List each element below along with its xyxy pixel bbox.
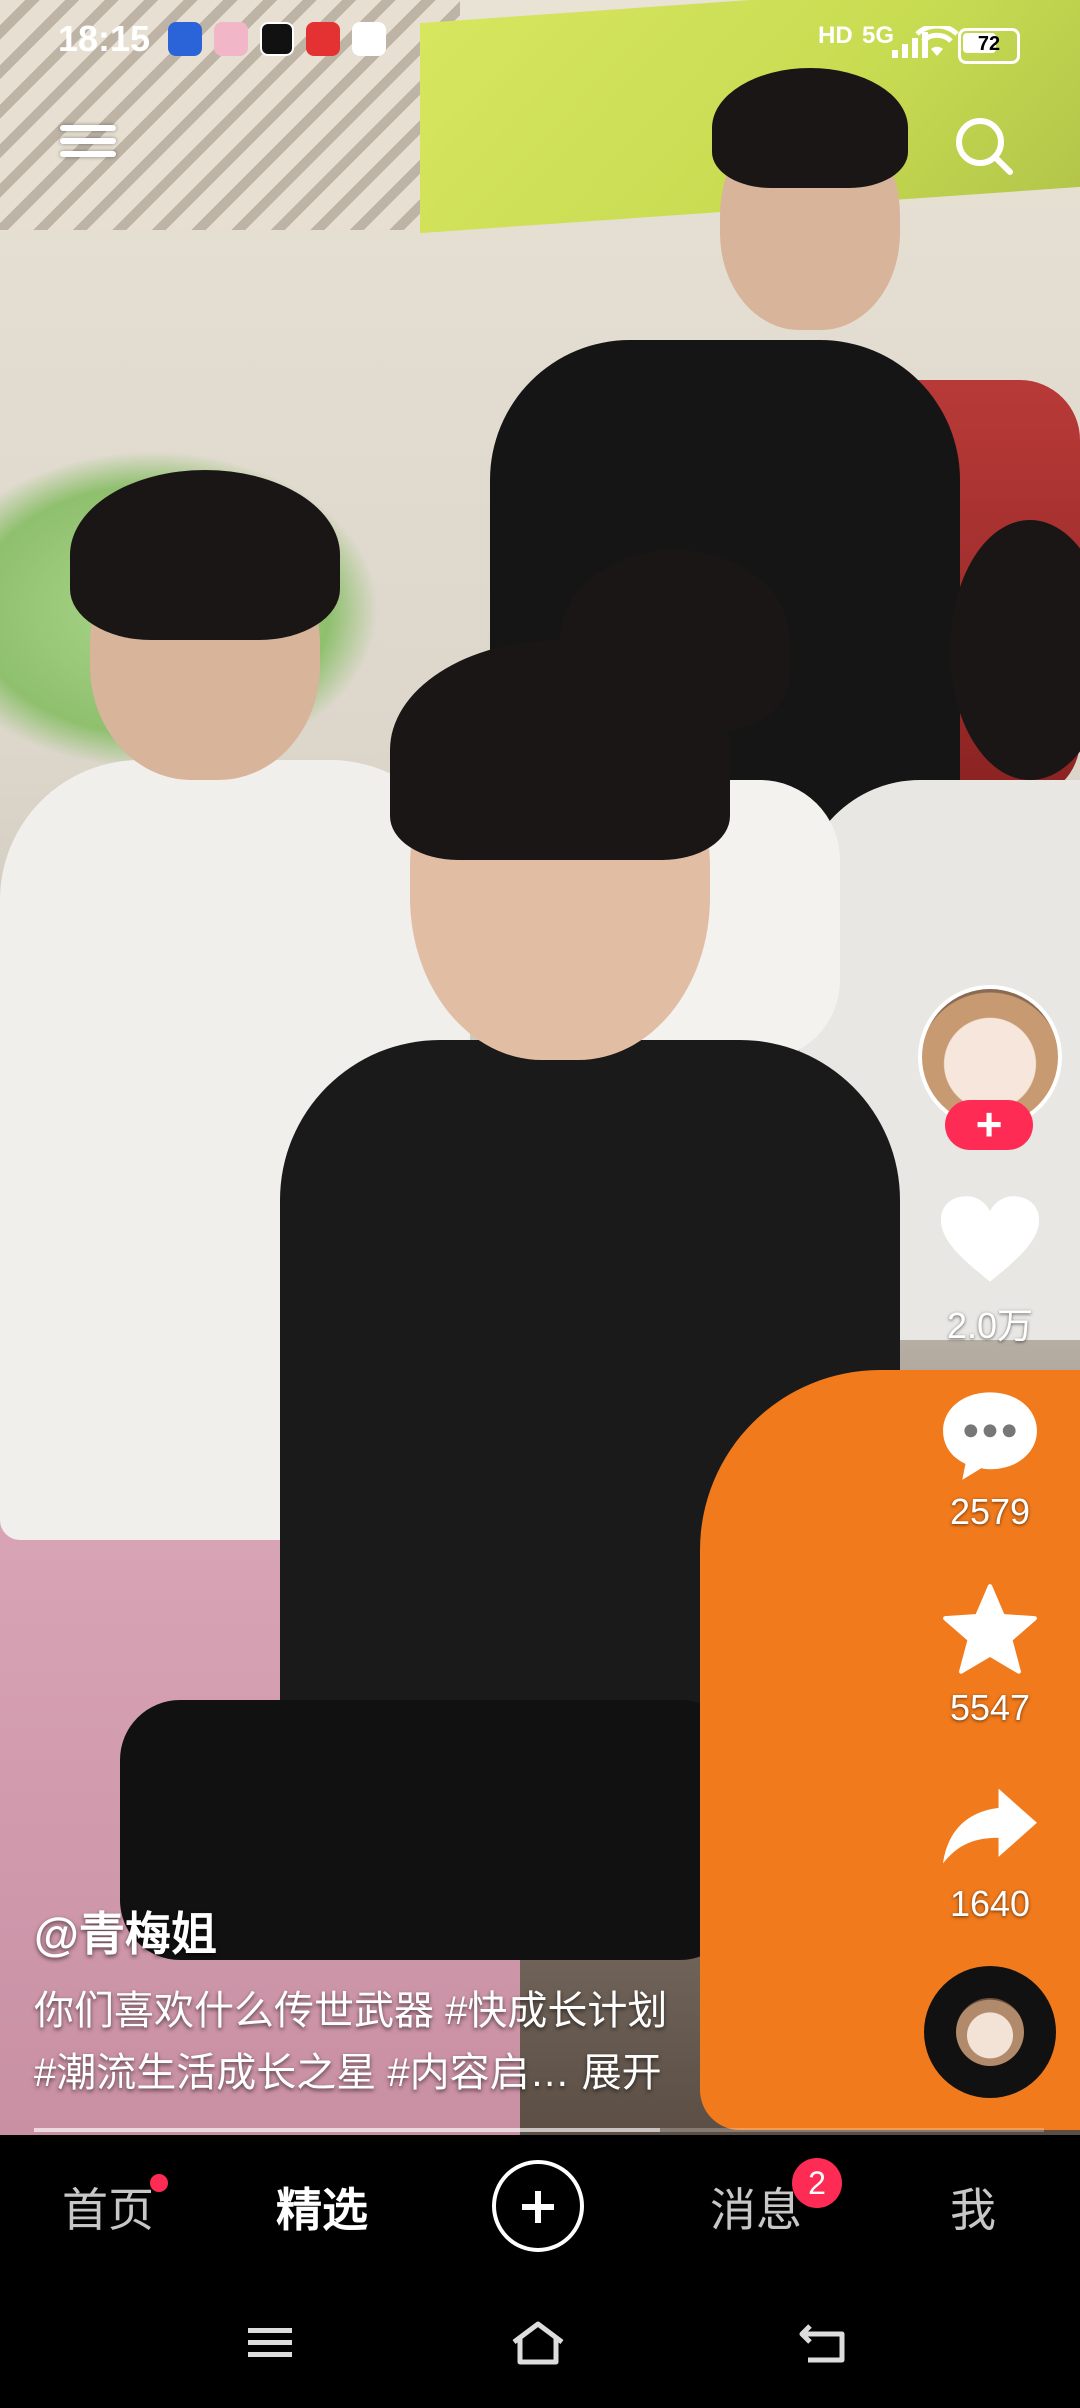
hd-icon: HD xyxy=(818,22,853,49)
comment-button[interactable]: 2579 xyxy=(930,1386,1050,1533)
hamburger-menu-icon[interactable] xyxy=(60,118,116,174)
favorite-count: 5547 xyxy=(949,1687,1031,1728)
comment-count: 2579 xyxy=(949,1491,1031,1532)
menu-line xyxy=(60,125,116,131)
description-line-2-text: #潮流生活成长之星 #内容启… xyxy=(34,2051,570,2095)
wifi-icon xyxy=(915,26,959,56)
app-notification-icon xyxy=(306,22,340,56)
video-description: 你们喜欢什么传世武器 #快成长计划 #潮流生活成长之星 #内容启… 展开 xyxy=(34,1980,754,2104)
share-count: 1640 xyxy=(949,1883,1031,1924)
video-progress-bar[interactable] xyxy=(34,2128,1044,2132)
battery-icon: 72 xyxy=(958,28,1020,64)
create-post-button[interactable] xyxy=(492,2160,584,2252)
notification-dot xyxy=(150,2174,168,2192)
tab-messages[interactable]: 消息 xyxy=(710,2174,802,2240)
star-icon xyxy=(943,1584,1037,1674)
app-notification-icon xyxy=(352,22,386,56)
status-bar: 18:15 HD 5G 72 xyxy=(0,0,1080,80)
menu-line xyxy=(60,138,116,144)
share-icon xyxy=(943,1788,1037,1864)
tiktok-notification-icon xyxy=(260,22,294,56)
music-disc-icon[interactable] xyxy=(924,1966,1056,2098)
description-line-1: 你们喜欢什么传世武器 #快成长计划 xyxy=(34,1989,668,2033)
app-notification-icon xyxy=(214,22,248,56)
like-count: 2.0万 xyxy=(946,1305,1034,1346)
author-name[interactable]: @青梅姐 xyxy=(34,1898,217,1964)
heart-icon xyxy=(940,1196,1040,1282)
tab-home[interactable]: 首页 xyxy=(62,2174,154,2240)
messages-badge: 2 xyxy=(792,2158,842,2208)
back-icon[interactable] xyxy=(796,2318,856,2368)
share-button[interactable]: 1640 xyxy=(930,1778,1050,1925)
status-time: 18:15 xyxy=(58,18,151,59)
favorite-button[interactable]: 5547 xyxy=(930,1582,1050,1729)
like-button[interactable]: 2.0万 xyxy=(930,1192,1050,1349)
menu-line xyxy=(60,151,116,157)
music-cover xyxy=(956,1998,1024,2066)
app-notification-icon xyxy=(168,22,202,56)
follow-button[interactable]: + xyxy=(945,1100,1033,1150)
search-icon[interactable] xyxy=(952,114,1016,178)
tab-me[interactable]: 我 xyxy=(950,2174,996,2240)
progress-fill xyxy=(34,2128,661,2132)
system-nav-bar xyxy=(0,2278,1080,2408)
bottom-nav: 首页 精选 消息 2 我 xyxy=(0,2136,1080,2278)
description-line-2: #潮流生活成长之星 #内容启… 展开 xyxy=(34,2042,754,2104)
recent-apps-icon[interactable] xyxy=(240,2318,300,2368)
battery-percent: 72 xyxy=(977,33,1001,55)
home-icon[interactable] xyxy=(508,2318,568,2368)
expand-button[interactable]: 展开 xyxy=(582,2051,662,2095)
tab-featured[interactable]: 精选 xyxy=(276,2174,368,2240)
comment-icon xyxy=(943,1392,1037,1480)
